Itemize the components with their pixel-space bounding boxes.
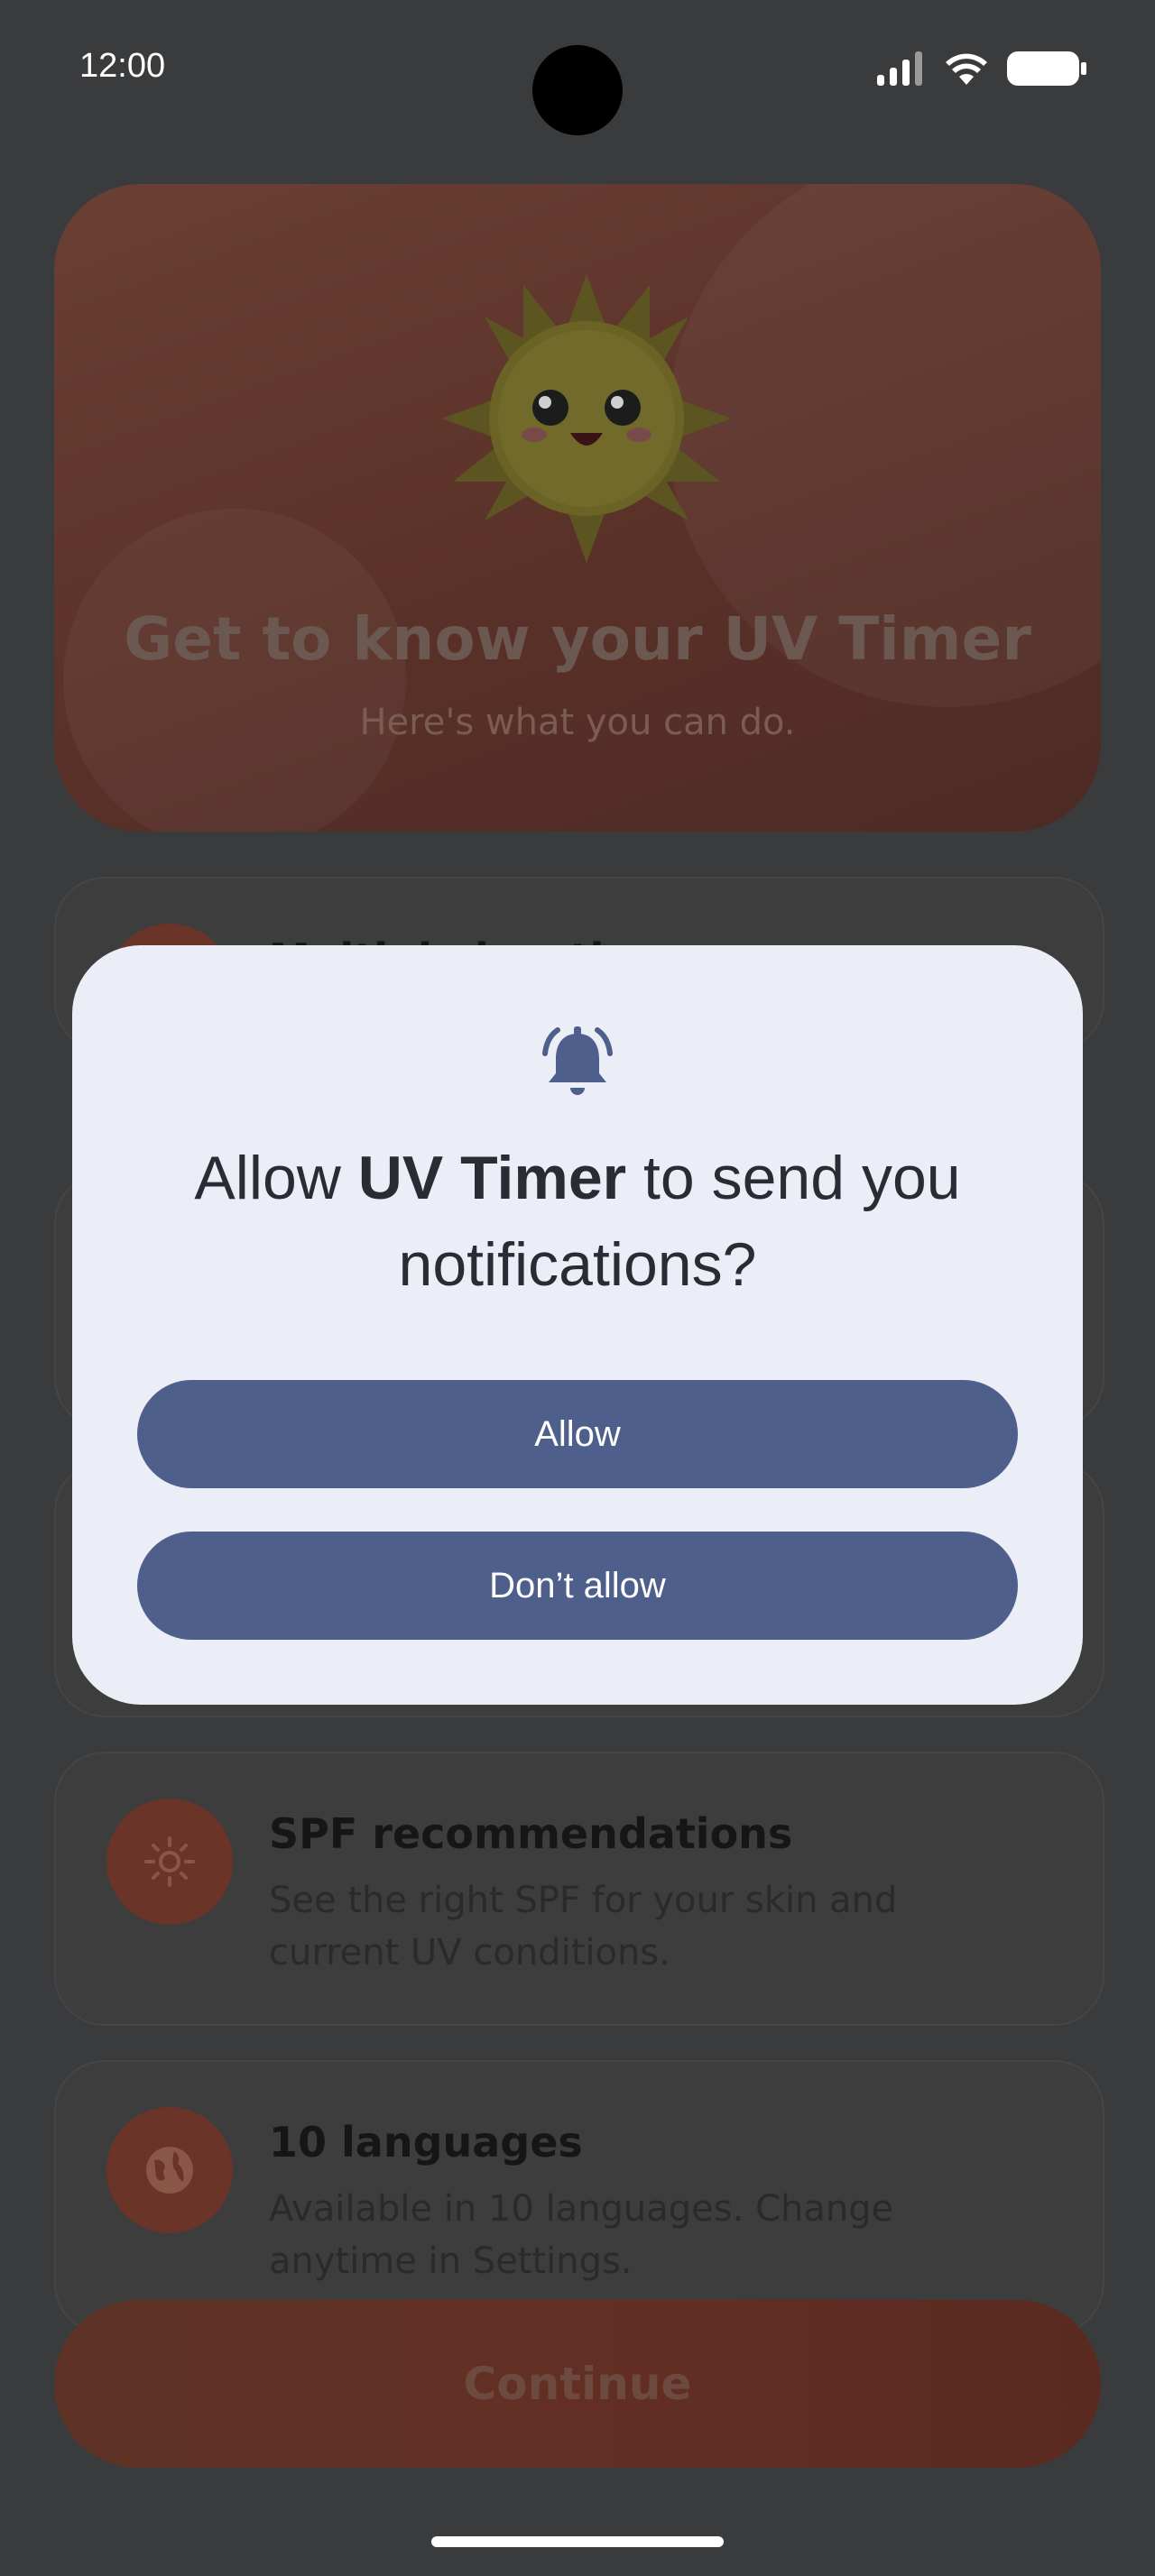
dont-allow-button[interactable]: Don’t allow <box>137 1532 1018 1640</box>
globe-icon <box>106 2107 233 2233</box>
continue-button[interactable]: Continue <box>54 2300 1101 2468</box>
sun-icon <box>106 1799 233 1925</box>
hero-subtitle: Here's what you can do. <box>359 702 796 743</box>
feature-description: See the right SPF for your skin and curr… <box>269 1880 898 1973</box>
hero-title: Get to know your UV Timer <box>124 604 1031 674</box>
feature-title: 10 languages <box>269 2118 583 2167</box>
hero-card: Get to know your UV Timer Here's what yo… <box>54 184 1101 832</box>
feature-title: SPF recommendations <box>269 1809 793 1858</box>
notification-permission-dialog: Allow UV Timer to send you notifications… <box>72 945 1083 1705</box>
allow-button[interactable]: Allow <box>137 1380 1018 1488</box>
bell-icon <box>542 1026 613 1095</box>
feature-card-spf: SPF recommendations See the right SPF fo… <box>54 1752 1104 2026</box>
dialog-app-name: UV Timer <box>357 1144 627 1212</box>
dialog-title: Allow UV Timer to send you notifications… <box>126 1135 1029 1308</box>
battery-icon <box>1007 51 1086 86</box>
status-time: 12:00 <box>79 47 166 85</box>
feature-card-languages: 10 languages Available in 10 languages. … <box>54 2060 1104 2334</box>
signal-icon <box>877 51 922 86</box>
camera-cutout <box>532 45 623 135</box>
wifi-icon <box>946 53 987 85</box>
sun-mascot-icon <box>442 274 731 563</box>
dialog-title-prefix: Allow <box>194 1144 358 1212</box>
sun-icon <box>144 1836 195 1887</box>
home-indicator[interactable] <box>431 2536 724 2547</box>
globe-icon <box>146 2147 193 2194</box>
feature-description: Available in 10 languages. Change anytim… <box>269 2188 894 2282</box>
status-icons <box>877 51 1086 87</box>
continue-label: Continue <box>463 2358 692 2410</box>
